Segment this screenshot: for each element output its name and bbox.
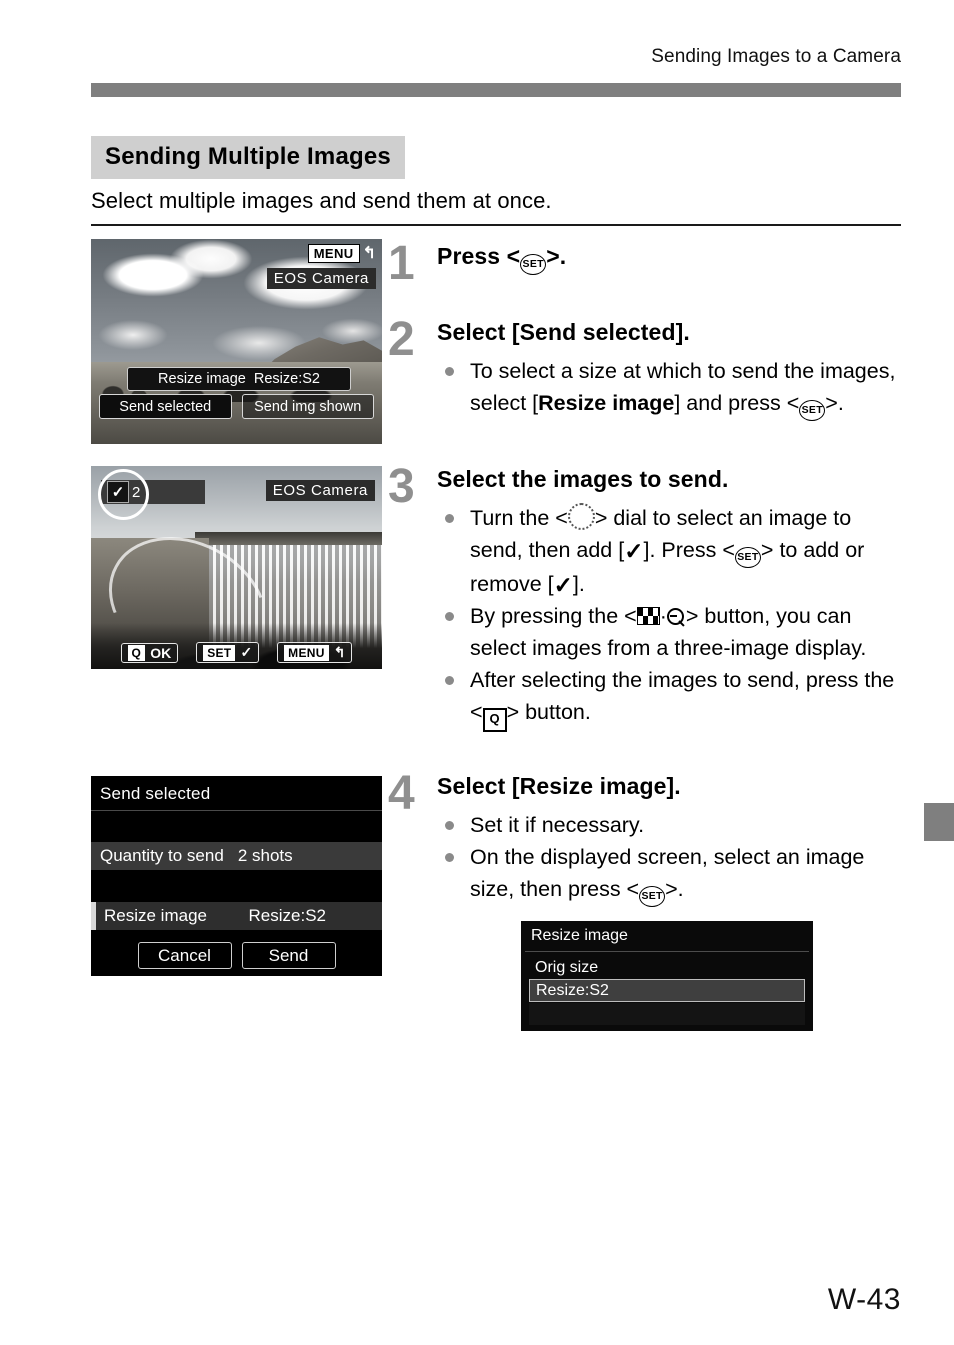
resize-image-row[interactable]: Resize image Resize:S2 — [127, 367, 351, 391]
ok-label: OK — [150, 644, 172, 661]
step-number-2: 2 — [388, 313, 415, 366]
resize-image-row-inner: Resize image Resize:S2 — [96, 902, 382, 930]
return-arrow-icon: ↰ — [362, 244, 376, 262]
screen3-button-row: Cancel Send — [91, 942, 382, 969]
camera-screenshot-2: ✓ 2 EOS Camera Q OK SET ✓ MENU ↰ — [91, 466, 382, 669]
b3b-1: By pressing the < — [470, 604, 637, 628]
b3a-5: ]. — [572, 572, 585, 596]
set-button-icon: SET — [639, 886, 666, 907]
set-button-icon: SET — [799, 400, 826, 421]
screen2-bottom-bar: Q OK SET ✓ MENU ↰ — [91, 642, 382, 663]
checkmark-icon: ✓ — [553, 572, 573, 598]
b3a-1: Turn the < — [470, 506, 568, 530]
step-2-bullets: To select a size at which to send the im… — [437, 355, 907, 421]
set-button-icon: SET — [520, 254, 547, 275]
device-name-badge: EOS Camera — [265, 480, 375, 501]
device-name-badge: EOS Camera — [266, 268, 376, 289]
screen4-empty-row — [529, 1003, 805, 1025]
return-arrow-icon: ↰ — [333, 644, 346, 660]
set-button-hint[interactable]: SET ✓ — [196, 642, 260, 663]
step-title-3: Select the images to send. — [437, 466, 729, 492]
mid-dot: · — [659, 604, 667, 628]
screen4-title: Resize image — [531, 927, 628, 944]
section-lead-text: Select multiple images and send them at … — [91, 188, 552, 213]
resize-image-value: Resize:S2 — [253, 371, 320, 387]
send-img-shown-button[interactable]: Send img shown — [241, 394, 374, 419]
camera-screenshot-3: Send selected Quantity to send 2 shots R… — [91, 776, 382, 976]
quantity-value: 2 shots — [237, 846, 293, 865]
index-display-icon — [636, 607, 660, 625]
callout-highlight-ring — [98, 469, 149, 520]
document-page: Sending Images to a Camera Sending Multi… — [0, 0, 954, 1345]
magnify-reduce-icon — [666, 608, 686, 627]
bullet-item: Set it if necessary. — [437, 809, 907, 841]
b3c-2: > button. — [506, 700, 591, 724]
step-title-4: Select [Resize image]. — [437, 773, 681, 799]
step-title-2: Select [Send selected]. — [437, 319, 690, 345]
b4b-2: >. — [665, 877, 684, 901]
bullet-text-bold: Resize image — [538, 391, 675, 415]
quantity-key: Quantity to send — [100, 846, 224, 865]
resize-image-key: Resize image — [158, 371, 246, 387]
menu-label: MENU — [307, 244, 360, 263]
bullet-text-b: ] and press < — [674, 391, 800, 415]
resize-value: Resize:S2 — [248, 906, 326, 925]
option-resize-s2-selected[interactable]: Resize:S2 — [529, 979, 805, 1002]
step-4-bullets: Set it if necessary. On the displayed sc… — [437, 809, 907, 907]
step-number-3: 3 — [388, 460, 415, 513]
quick-control-button-icon: Q — [127, 644, 146, 661]
quick-control-dial-icon — [567, 503, 595, 530]
screen4-separator — [525, 951, 809, 952]
screen3-title: Send selected — [100, 784, 211, 803]
horizontal-divider — [91, 224, 901, 226]
photo-waterfall-crest — [195, 532, 382, 545]
screen3-separator — [91, 810, 382, 811]
cancel-button[interactable]: Cancel — [137, 942, 232, 969]
menu-button-hint[interactable]: MENU ↰ — [277, 642, 353, 663]
camera-screenshot-4: Resize image Orig size Resize:S2 — [521, 921, 813, 1031]
send-button[interactable]: Send — [241, 942, 336, 969]
step-number-1: 1 — [388, 237, 415, 290]
quick-control-button-icon: Q — [482, 708, 507, 732]
send-selected-button[interactable]: Send selected — [99, 394, 232, 419]
bullet-item: To select a size at which to send the im… — [437, 355, 907, 421]
bullet-text-c: >. — [825, 391, 844, 415]
step-3-bullets: Turn the < > dial to select an image to s… — [437, 502, 907, 732]
chapter-edge-tab — [924, 803, 954, 841]
header-rule-bar — [91, 83, 901, 97]
step1-title-post: >. — [546, 243, 567, 269]
running-head: Sending Images to a Camera — [651, 46, 901, 67]
bullet-item: On the displayed screen, select an image… — [437, 841, 907, 907]
bullet-item: Turn the < > dial to select an image to s… — [437, 502, 907, 600]
step-number-4: 4 — [388, 767, 415, 820]
menu-return-badge[interactable]: MENU ↰ — [307, 244, 376, 263]
b3a-3: ]. Press < — [643, 538, 735, 562]
page-number: W-43 — [827, 1283, 901, 1316]
resize-key: Resize image — [104, 906, 207, 925]
step1-title-pre: Press < — [437, 243, 521, 269]
bullet-item: After selecting the images to send, pres… — [437, 664, 907, 732]
option-orig-size[interactable]: Orig size — [529, 956, 811, 979]
menu-label: MENU — [284, 644, 329, 661]
check-label: ✓ — [240, 644, 253, 660]
step-title-1: Press < SET >. — [437, 243, 566, 275]
ok-button-hint[interactable]: Q OK — [120, 642, 179, 663]
set-button-icon: SET — [734, 547, 761, 568]
resize-image-row-selected[interactable]: Resize image Resize:S2 — [91, 902, 382, 930]
camera-screenshot-1: MENU ↰ EOS Camera Resize image Resize:S2… — [91, 239, 382, 444]
b4a-1: Set it if necessary. — [470, 813, 645, 837]
checkmark-icon: ✓ — [624, 538, 644, 564]
send-button-row: Send selected Send img shown — [99, 394, 374, 419]
set-button-icon: SET — [203, 644, 236, 661]
section-heading: Sending Multiple Images — [91, 136, 405, 179]
bullet-item: By pressing the < · > button, you can sele… — [437, 600, 907, 664]
quantity-to-send-row[interactable]: Quantity to send 2 shots — [91, 842, 382, 870]
